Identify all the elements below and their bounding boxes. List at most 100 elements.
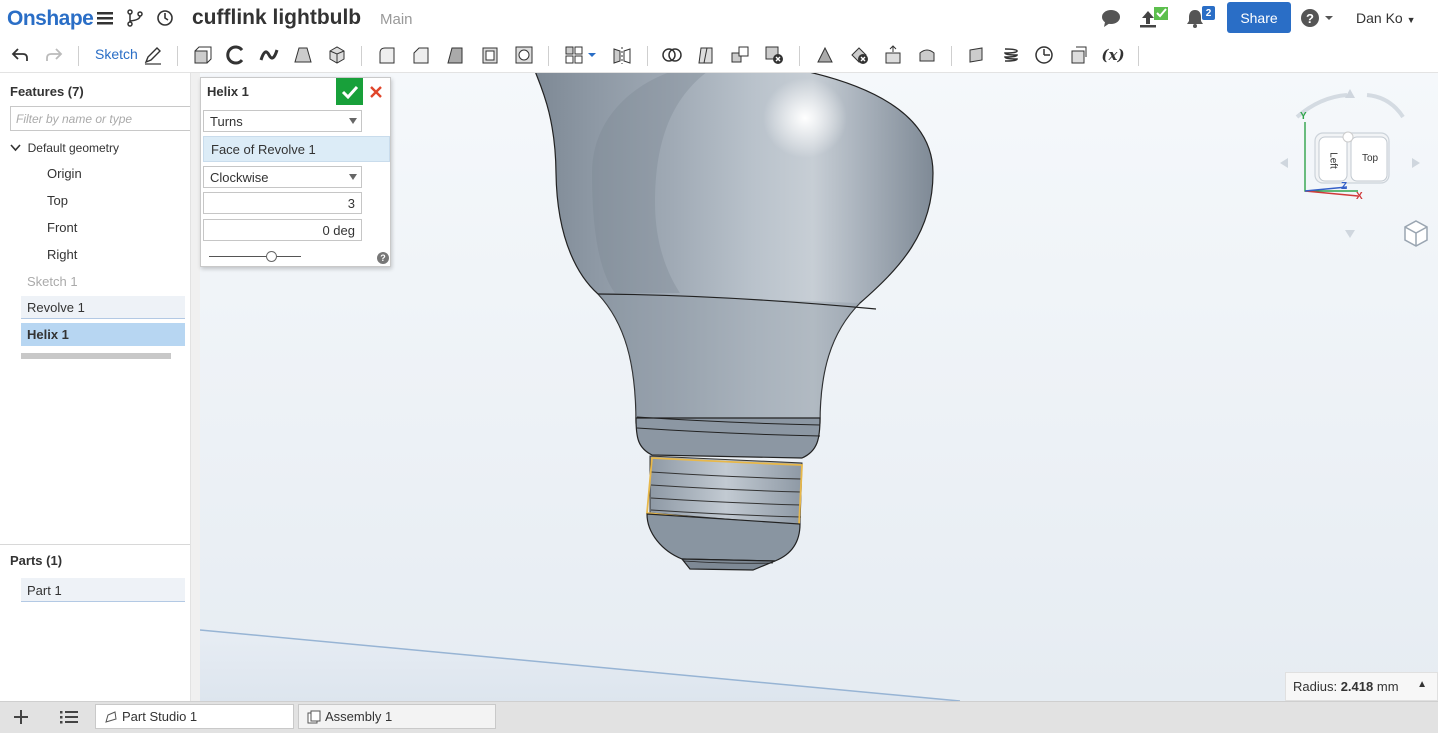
draft-icon[interactable] (445, 45, 465, 65)
delete-face-icon[interactable] (849, 45, 869, 65)
feature-revolve-1[interactable]: Revolve 1 (21, 296, 185, 319)
rollback-bar[interactable] (21, 353, 171, 359)
measurement-readout: Radius: 2.418 mm ▲ (1285, 672, 1438, 701)
pattern-icon[interactable] (564, 45, 584, 65)
helix-icon[interactable] (1001, 45, 1021, 65)
split-icon[interactable] (696, 45, 716, 65)
tree-item-origin[interactable]: Origin (47, 166, 82, 181)
tab-assembly-1[interactable]: Assembly 1 (298, 704, 496, 729)
sketch-pencil-icon[interactable] (143, 45, 163, 65)
start-angle-input[interactable]: 0 deg (203, 219, 362, 241)
workspace-name[interactable]: Main (380, 11, 413, 28)
notification-count-badge: 2 (1202, 6, 1215, 20)
user-menu[interactable]: Dan Ko ▼ (1356, 10, 1416, 26)
axis-label-x: X (1356, 191, 1363, 202)
tree-item-right-plane[interactable]: Right (47, 247, 77, 262)
history-clock-icon[interactable] (154, 8, 176, 28)
replace-face-icon[interactable] (917, 45, 937, 65)
chevron-down-icon: ▼ (1406, 15, 1416, 25)
face-selection-field[interactable]: Face of Revolve 1 (203, 136, 390, 162)
turns-input[interactable]: 3 (203, 192, 362, 214)
comments-icon[interactable] (1100, 8, 1122, 28)
mirror-icon[interactable] (612, 45, 632, 65)
onshape-logo[interactable]: Onshape (7, 7, 94, 31)
sweep-icon[interactable] (259, 45, 279, 65)
radius-unit: mm (1376, 679, 1399, 694)
document-title[interactable]: cufflink lightbulb (192, 6, 361, 30)
chamfer-icon[interactable] (411, 45, 431, 65)
view-cube-face-left[interactable]: Left (1328, 146, 1339, 176)
view-cube-face-top[interactable]: Top (1355, 153, 1385, 164)
hamburger-menu-icon[interactable] (94, 8, 116, 28)
help-icon[interactable]: ? (377, 252, 389, 264)
share-button[interactable]: Share (1227, 2, 1291, 33)
panel-scrollbar[interactable] (190, 73, 200, 701)
chevron-down-icon[interactable] (10, 140, 24, 155)
feature-filter-input[interactable]: Filter by name or type (10, 106, 191, 131)
tree-item-top-plane[interactable]: Top (47, 193, 68, 208)
branch-icon[interactable] (124, 8, 146, 28)
feature-list-panel: Features (7) Filter by name or type Defa… (0, 73, 200, 701)
delete-part-icon[interactable] (764, 45, 784, 65)
tab-bar: Part Studio 1 Assembly 1 (0, 701, 1438, 733)
axis-label-y: Y (1300, 111, 1307, 122)
pattern-dropdown-icon[interactable] (586, 45, 598, 65)
help-menu-icon[interactable]: ? (1300, 8, 1336, 28)
angle-slider-handle[interactable] (266, 251, 278, 262)
radius-label: Radius: (1293, 679, 1338, 694)
expand-triangle-icon[interactable]: ▲ (1417, 679, 1427, 690)
feature-sketch-1[interactable]: Sketch 1 (27, 274, 78, 289)
default-geometry-group[interactable]: Default geometry (10, 140, 119, 155)
revolve-icon[interactable] (226, 45, 246, 65)
loft-icon[interactable] (293, 45, 313, 65)
tab-label: Assembly 1 (325, 709, 393, 724)
cancel-x-button[interactable] (366, 82, 386, 102)
top-bar: Onshape cufflink lightbulb Main 2 Share … (0, 0, 1438, 37)
close-icon (370, 86, 382, 98)
confirm-check-button[interactable] (336, 78, 363, 105)
assembly-icon (307, 710, 321, 727)
variable-button[interactable]: (x) (1100, 45, 1126, 65)
direction-select[interactable]: Clockwise (203, 166, 362, 188)
sketch-button[interactable]: Sketch (95, 46, 138, 62)
plane-icon[interactable] (967, 45, 987, 65)
add-tab-icon[interactable] (12, 708, 30, 729)
axis-label-z: Z (1341, 181, 1348, 192)
radius-value: 2.418 (1340, 679, 1374, 694)
features-header[interactable]: Features (7) (10, 84, 84, 99)
feature-toolbar: Sketch (x) (0, 37, 1438, 73)
shell-icon[interactable] (480, 45, 500, 65)
boolean-icon[interactable] (662, 45, 682, 65)
feature-helix-1[interactable]: Helix 1 (21, 323, 185, 346)
tab-label: Part Studio 1 (122, 709, 198, 724)
helix-type-value: Turns (210, 114, 243, 129)
dialog-title: Helix 1 (207, 84, 249, 99)
checkmark-icon (341, 85, 358, 99)
hole-icon[interactable] (514, 45, 534, 65)
mate-connector-icon[interactable] (1034, 45, 1054, 65)
highlight-reflection (763, 78, 847, 158)
angle-slider-track[interactable] (209, 256, 301, 257)
parts-header[interactable]: Parts (1) (10, 553, 62, 568)
helix-feature-dialog: Helix 1 Turns Face of Revolve 1 Clockwis… (200, 77, 391, 267)
undo-icon[interactable] (10, 45, 30, 65)
user-name: Dan Ko (1356, 10, 1403, 26)
default-geometry-label: Default geometry (27, 141, 120, 155)
redo-icon[interactable] (44, 45, 64, 65)
tree-item-front-plane[interactable]: Front (47, 220, 77, 235)
modify-fillet-icon[interactable] (815, 45, 835, 65)
release-upload-icon[interactable] (1138, 7, 1172, 28)
insert-part-icon[interactable] (1068, 45, 1088, 65)
fillet-icon[interactable] (377, 45, 397, 65)
panel-divider[interactable] (0, 544, 190, 545)
tab-part-studio-1[interactable]: Part Studio 1 (95, 704, 294, 729)
transform-icon[interactable] (730, 45, 750, 65)
part-list-item[interactable]: Part 1 (21, 578, 185, 602)
extrude-icon[interactable] (192, 45, 212, 65)
helix-type-select[interactable]: Turns (203, 110, 362, 132)
view-options-cube-icon[interactable] (1402, 218, 1430, 248)
dropdown-arrow-icon (349, 118, 357, 124)
thicken-icon[interactable] (327, 45, 347, 65)
tab-list-icon[interactable] (60, 709, 78, 728)
move-face-icon[interactable] (883, 45, 903, 65)
